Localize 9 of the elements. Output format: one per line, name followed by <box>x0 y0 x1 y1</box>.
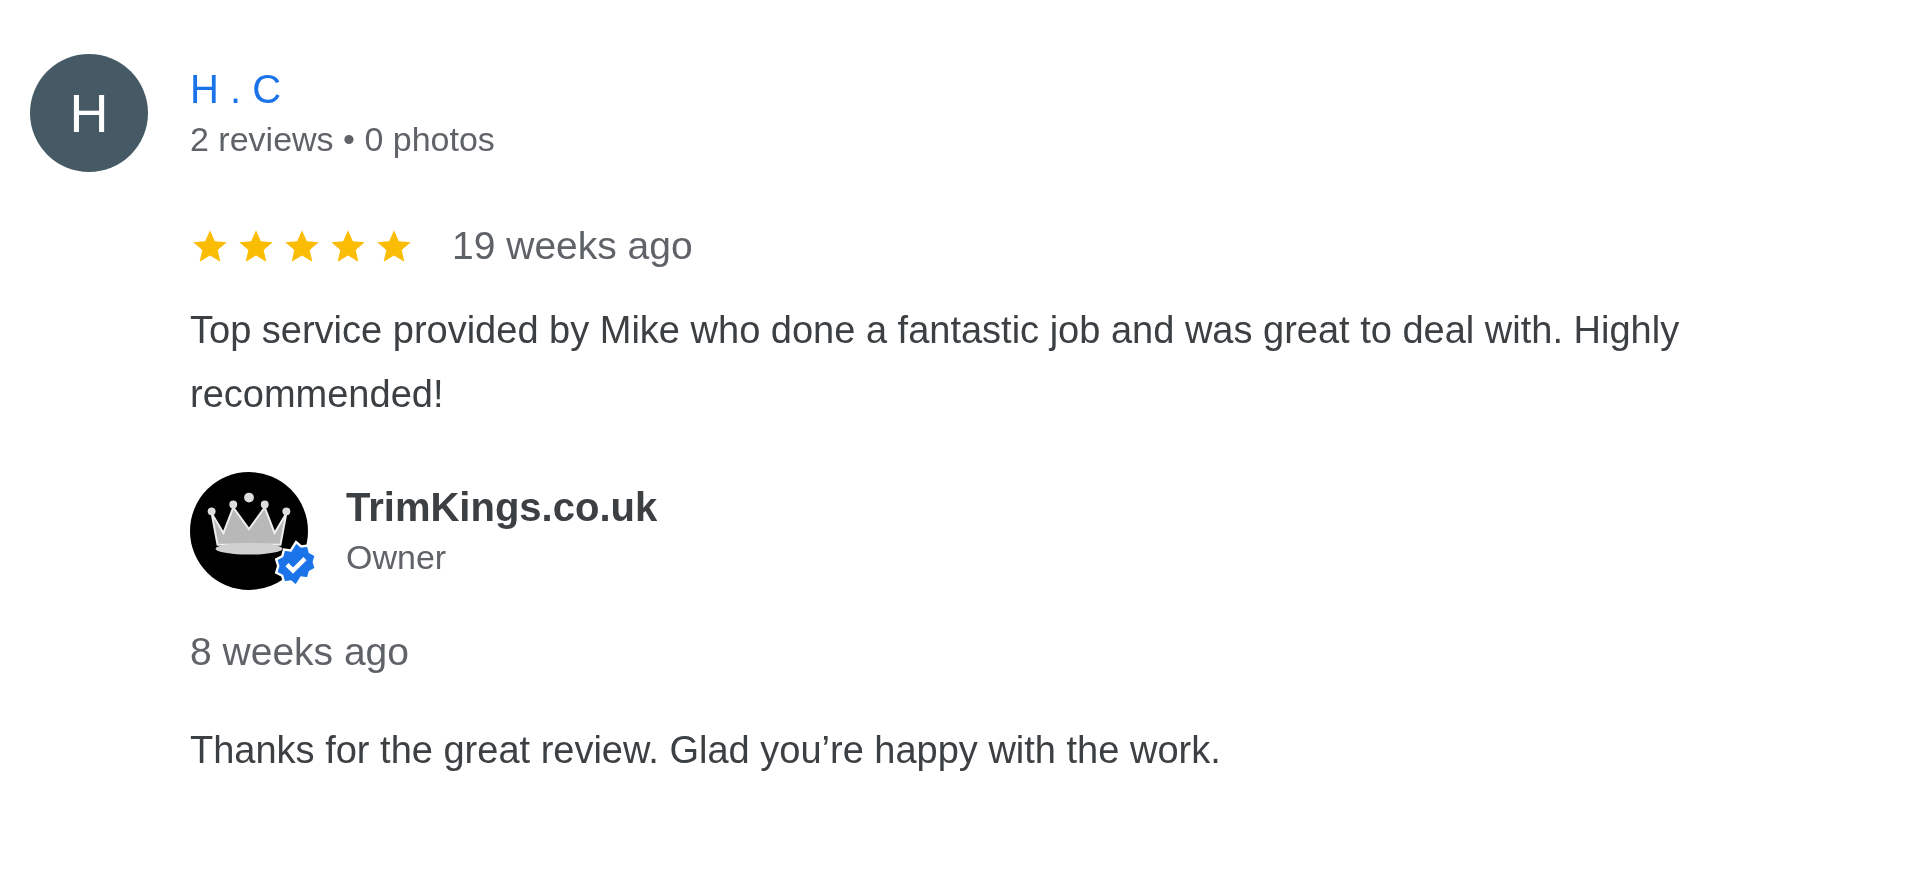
owner-name: TrimKings.co.uk <box>346 485 658 530</box>
reviewer-name[interactable]: H . C <box>190 67 495 112</box>
reviewer-stats: 2 reviews • 0 photos <box>190 120 495 159</box>
avatar[interactable]: H <box>30 54 148 172</box>
review-text: Top service provided by Mike who done a fantastic job and was great to deal with. Highly recommended! <box>190 308 1681 417</box>
owner-role: Owner <box>346 538 448 577</box>
reply-text: Thanks for the great review. Glad you’re happy with the work. <box>190 728 1222 773</box>
review-time: 19 weeks ago <box>452 224 693 268</box>
reply-time: 8 weeks ago <box>190 630 410 674</box>
